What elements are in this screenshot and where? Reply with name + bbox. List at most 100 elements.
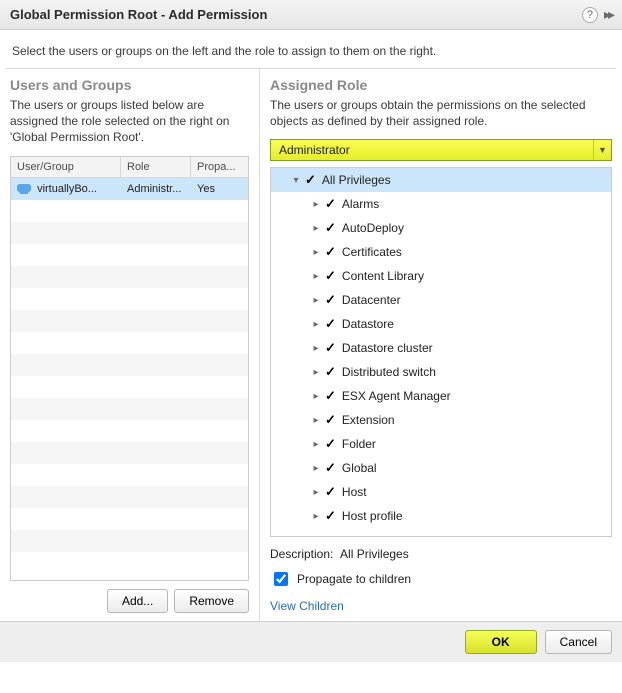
- col-propagate[interactable]: Propa...: [191, 157, 241, 177]
- cell-prop: Yes: [191, 181, 241, 197]
- cancel-button[interactable]: Cancel: [545, 630, 612, 654]
- check-icon: ✓: [325, 244, 336, 260]
- check-icon: ✓: [325, 364, 336, 380]
- expand-icon[interactable]: ▸: [311, 439, 321, 450]
- table-buttons: Add... Remove: [10, 581, 249, 613]
- tree-node-label: Datacenter: [342, 293, 401, 307]
- tree-node[interactable]: ▸ ✓ Host profile: [271, 504, 611, 528]
- table-row[interactable]: [11, 486, 248, 508]
- tree-scroll[interactable]: ▾ ✓ All Privileges ▸✓Alarms▸✓AutoDeploy▸…: [271, 168, 611, 536]
- view-children-link[interactable]: View Children: [270, 599, 612, 613]
- expand-icon[interactable]: ▸: [311, 463, 321, 474]
- table-row[interactable]: [11, 376, 248, 398]
- description-row: Description: All Privileges: [270, 547, 612, 561]
- tree-node[interactable]: ▸ ✓ Datastore cluster: [271, 336, 611, 360]
- remove-button[interactable]: Remove: [174, 589, 249, 613]
- table-row[interactable]: [11, 332, 248, 354]
- propagate-checkbox[interactable]: [274, 572, 288, 586]
- tree-node-label: AutoDeploy: [342, 221, 404, 235]
- expand-icon[interactable]: ▸: [311, 247, 321, 258]
- check-icon: ✓: [305, 172, 316, 188]
- tree-node-label: Content Library: [342, 269, 424, 283]
- table-row[interactable]: [11, 398, 248, 420]
- table-header: User/Group Role Propa...: [11, 157, 248, 178]
- check-icon: ✓: [325, 292, 336, 308]
- table-row[interactable]: [11, 354, 248, 376]
- role-select[interactable]: Administrator ▼: [270, 139, 612, 161]
- check-icon: ✓: [325, 388, 336, 404]
- check-icon: ✓: [325, 484, 336, 500]
- tree-node-label: ESX Agent Manager: [342, 389, 451, 403]
- chevron-down-icon[interactable]: ▼: [593, 140, 611, 160]
- expand-icon[interactable]: ▸: [311, 487, 321, 498]
- assigned-role-panel: Assigned Role The users or groups obtain…: [260, 69, 622, 621]
- propagate-label: Propagate to children: [297, 572, 411, 586]
- tree-root-label: All Privileges: [322, 173, 391, 187]
- check-icon: ✓: [325, 460, 336, 476]
- tree-node-label: Host: [342, 485, 367, 499]
- expand-icon[interactable]: ▸: [311, 367, 321, 378]
- table-row[interactable]: [11, 200, 248, 222]
- tree-node[interactable]: ▸ ✓ Datacenter: [271, 288, 611, 312]
- table-row[interactable]: [11, 288, 248, 310]
- tree-node-label: Datastore cluster: [342, 341, 433, 355]
- table-row[interactable]: [11, 420, 248, 442]
- table-row[interactable]: [11, 530, 248, 552]
- tree-node[interactable]: ▸ ✓ ESX Agent Manager: [271, 384, 611, 408]
- table-row[interactable]: [11, 266, 248, 288]
- privileges-tree: ▾ ✓ All Privileges ▸✓Alarms▸✓AutoDeploy▸…: [270, 167, 612, 537]
- check-icon: ✓: [325, 436, 336, 452]
- expand-icon[interactable]: ▸: [311, 319, 321, 330]
- expand-icon[interactable]: ▸: [311, 415, 321, 426]
- table-row[interactable]: [11, 310, 248, 332]
- tree-node[interactable]: ▸ ✓ Certificates: [271, 240, 611, 264]
- table-row[interactable]: [11, 464, 248, 486]
- check-icon: ✓: [325, 508, 336, 524]
- tree-node[interactable]: ▸✓Distributed switch: [271, 360, 611, 384]
- tree-node-label: Certificates: [342, 245, 402, 259]
- check-icon: ✓: [325, 340, 336, 356]
- tree-node-label: Alarms: [342, 197, 379, 211]
- description-label: Description:: [270, 547, 333, 561]
- tree-node[interactable]: ▸✓Datastore: [271, 312, 611, 336]
- tree-node[interactable]: ▸ ✓ Host: [271, 480, 611, 504]
- expand-icon[interactable]: ▸: [311, 223, 321, 234]
- tree-node[interactable]: ▸ ✓ Global: [271, 456, 611, 480]
- tree-node[interactable]: ▸✓AutoDeploy: [271, 216, 611, 240]
- table-row[interactable]: [11, 222, 248, 244]
- expand-icon[interactable]: ▸: [311, 199, 321, 210]
- tree-node[interactable]: ▸✓Content Library: [271, 264, 611, 288]
- expand-icon[interactable]: ▸: [311, 343, 321, 354]
- tree-node-label: Extension: [342, 413, 395, 427]
- role-select-value: Administrator: [271, 143, 593, 157]
- table-body: virtuallyBo... Administr... Yes: [11, 178, 248, 580]
- tree-node[interactable]: ▸✓Folder: [271, 432, 611, 456]
- expand-icon[interactable]: ▸: [311, 511, 321, 522]
- help-icon[interactable]: ?: [582, 7, 598, 23]
- tree-root[interactable]: ▾ ✓ All Privileges: [271, 168, 611, 192]
- table-row[interactable]: [11, 244, 248, 266]
- table-row[interactable]: [11, 442, 248, 464]
- group-icon: [17, 184, 31, 194]
- table-row[interactable]: [11, 508, 248, 530]
- table-row[interactable]: virtuallyBo... Administr... Yes: [11, 178, 248, 200]
- intro-text: Select the users or groups on the left a…: [0, 30, 622, 68]
- add-button[interactable]: Add...: [107, 589, 168, 613]
- dialog-header: Global Permission Root - Add Permission …: [0, 0, 622, 30]
- description-value: All Privileges: [340, 547, 409, 561]
- expand-icon[interactable]: ▸: [311, 295, 321, 306]
- ok-button[interactable]: OK: [465, 630, 537, 654]
- tree-node-label: Host profile: [342, 509, 403, 523]
- collapse-icon[interactable]: ▾: [291, 175, 301, 186]
- col-user-group[interactable]: User/Group: [11, 157, 121, 177]
- col-role[interactable]: Role: [121, 157, 191, 177]
- tree-node-label: Datastore: [342, 317, 394, 331]
- expand-icon[interactable]: ▸: [311, 271, 321, 282]
- tree-node[interactable]: ▸✓Extension: [271, 408, 611, 432]
- expand-icon[interactable]: ▸: [311, 391, 321, 402]
- tree-node-label: Global: [342, 461, 377, 475]
- cell-role: Administr...: [121, 181, 191, 197]
- users-groups-panel: Users and Groups The users or groups lis…: [0, 69, 260, 621]
- fastforward-icon[interactable]: ▸▸: [604, 6, 612, 23]
- tree-node[interactable]: ▸✓Alarms: [271, 192, 611, 216]
